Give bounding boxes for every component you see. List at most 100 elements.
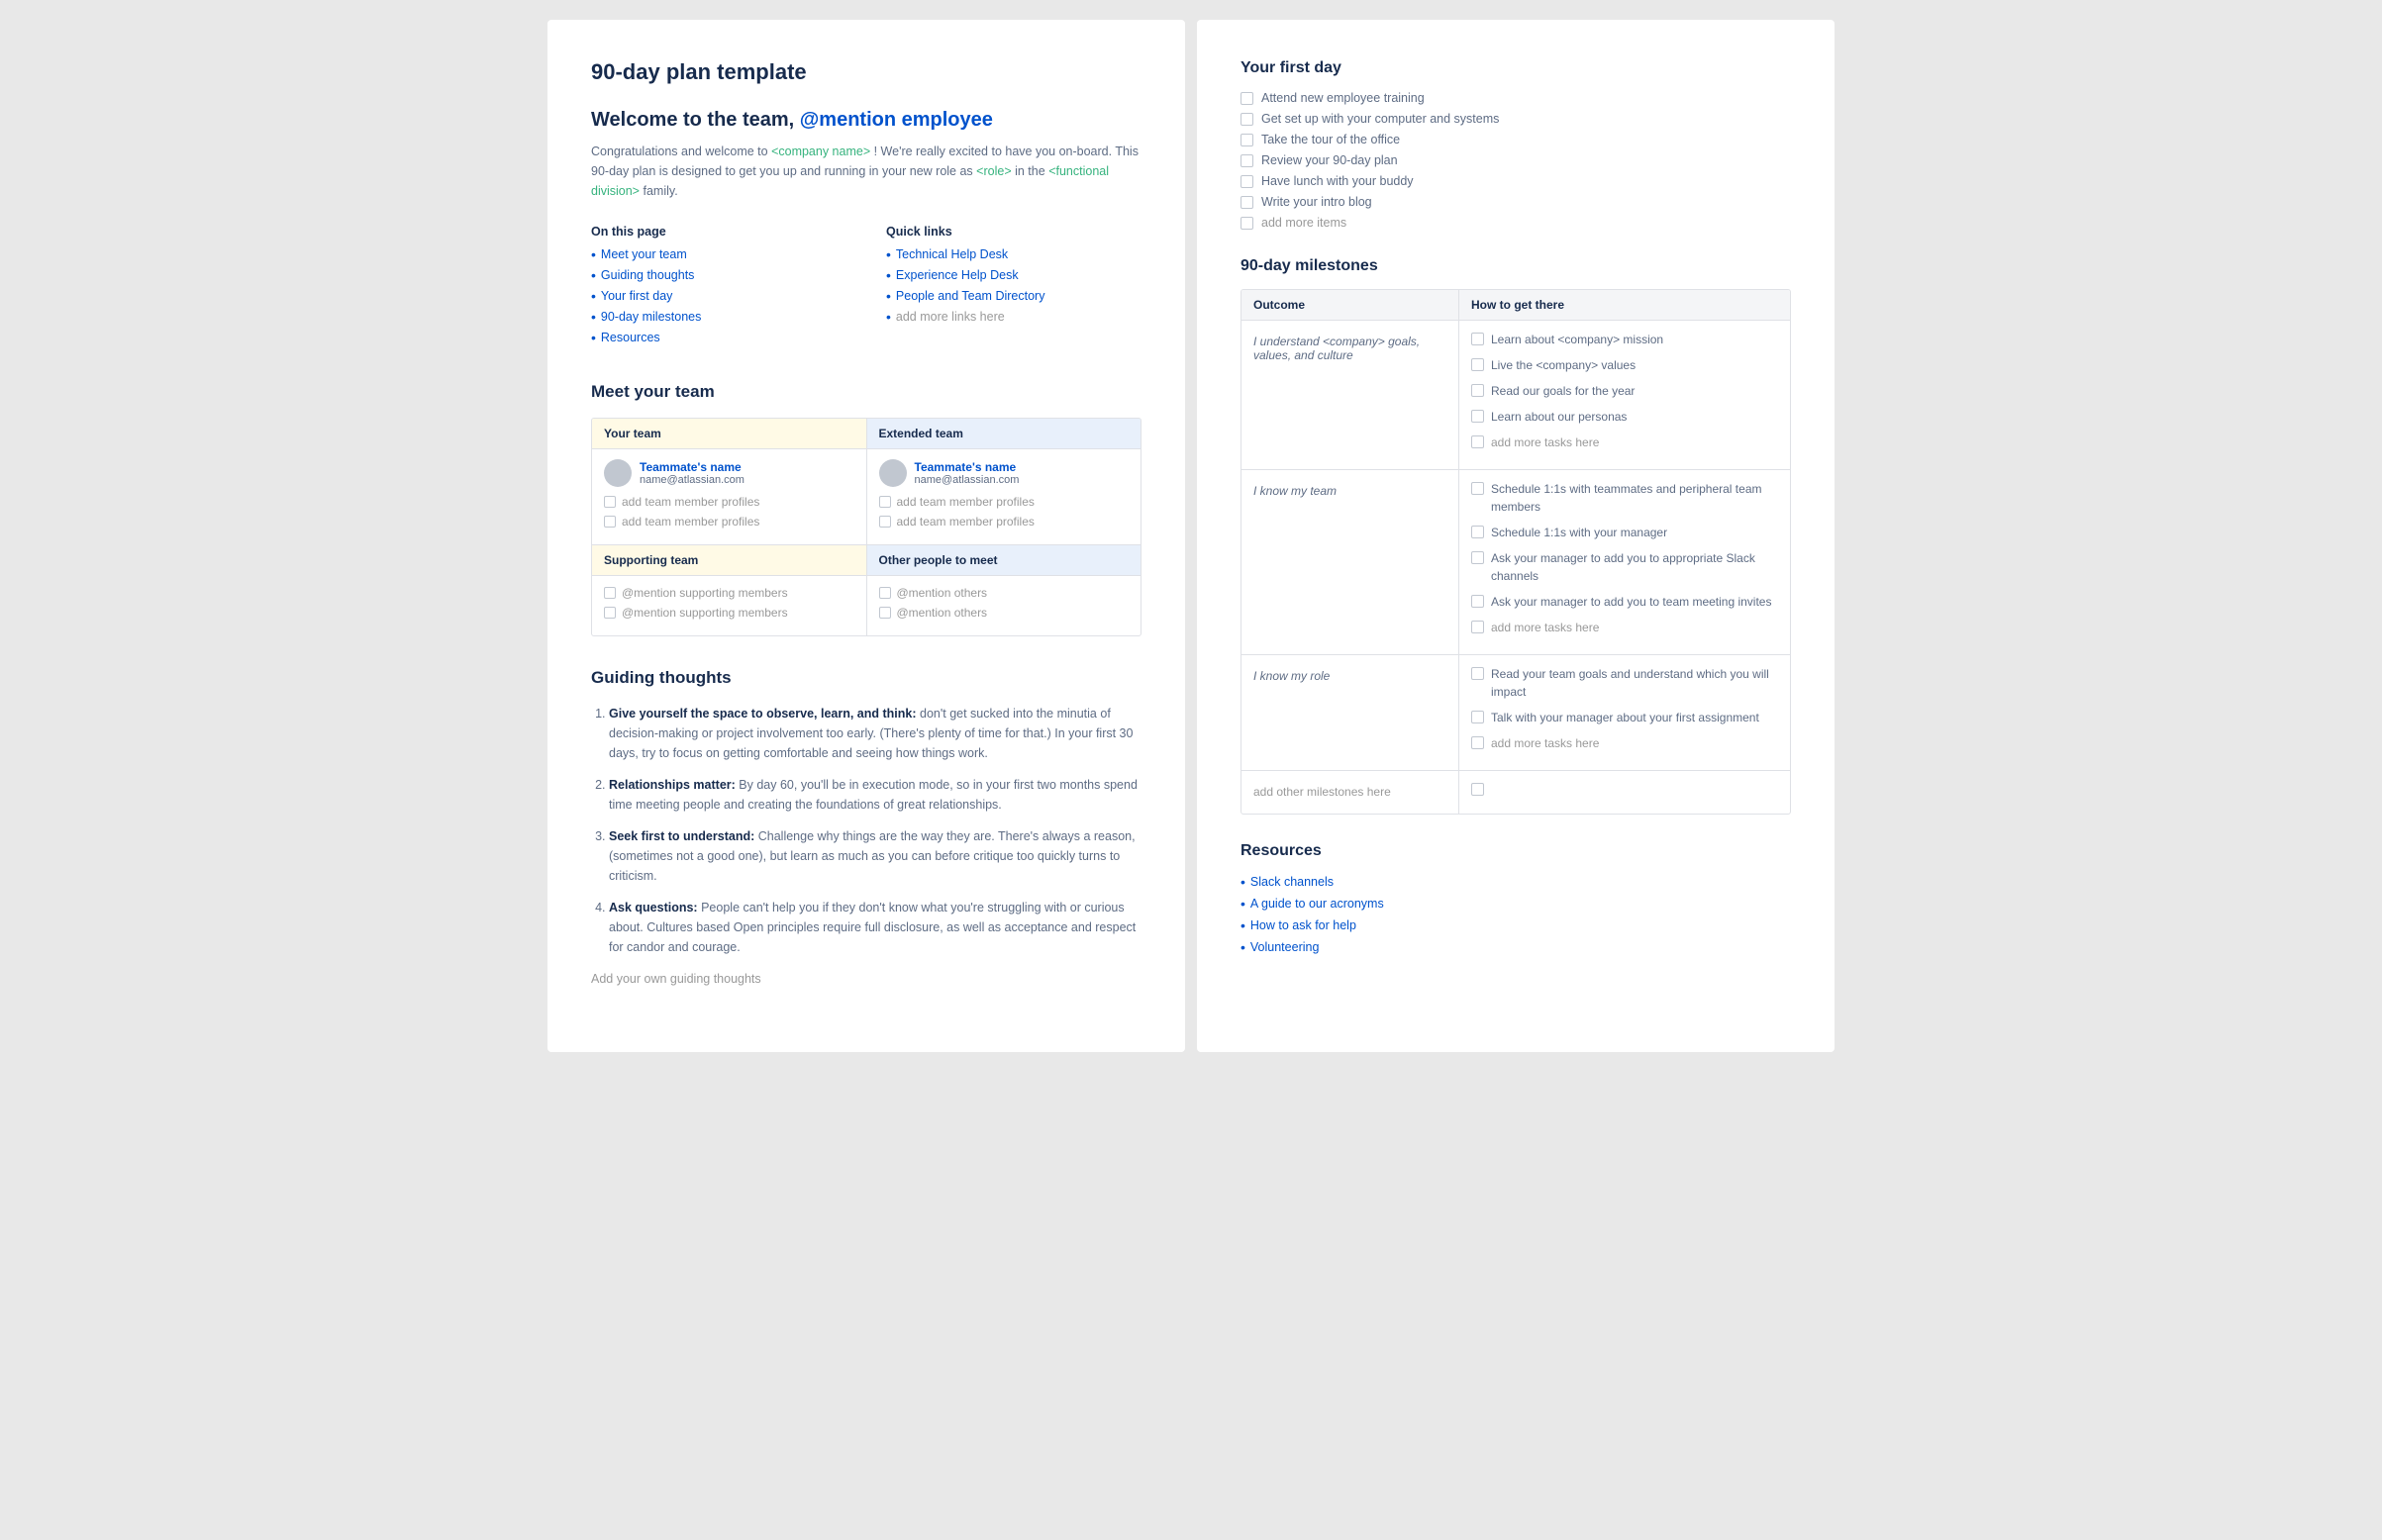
task-checkbox-0-add[interactable] [1471, 435, 1484, 448]
member-2-name[interactable]: Teammate's name [915, 460, 1020, 474]
member-2-email: name@atlassian.com [915, 474, 1020, 486]
link-exp-help[interactable]: Experience Help Desk [886, 267, 1141, 283]
resource-1[interactable]: A guide to our acronyms [1241, 896, 1791, 912]
member-info-2: Teammate's name name@atlassian.com [915, 460, 1020, 486]
guiding-item-3: Seek first to understand: Challenge why … [609, 826, 1141, 886]
link-first-day[interactable]: Your first day [591, 288, 846, 304]
supporting-team-body: @mention supporting members @mention sup… [592, 576, 866, 635]
task-checkbox-0-3[interactable] [1471, 410, 1484, 423]
task-checkbox-0-0[interactable] [1471, 333, 1484, 345]
task-checkbox-1-3[interactable] [1471, 595, 1484, 608]
guiding-item-2: Relationships matter: By day 60, you'll … [609, 775, 1141, 815]
checkbox-1[interactable] [1241, 113, 1253, 126]
quick-links-title: Quick links [886, 225, 1141, 239]
add-member-2b[interactable]: add team member profiles [879, 515, 1130, 529]
outcome-2: I know my role [1241, 655, 1459, 770]
checkbox-2[interactable] [1241, 134, 1253, 146]
task-2-1: Talk with your manager about your first … [1471, 709, 1778, 726]
task-0-0: Learn about <company> mission [1471, 331, 1778, 348]
checkbox-add-1b[interactable] [604, 516, 616, 528]
task-checkbox-0-1[interactable] [1471, 358, 1484, 371]
checkbox-add-2a[interactable] [879, 496, 891, 508]
task-2-add[interactable]: add more tasks here [1471, 734, 1778, 752]
guiding-thoughts-title: Guiding thoughts [591, 668, 1141, 688]
mention-support-1[interactable]: @mention supporting members [604, 586, 854, 600]
link-tech-help[interactable]: Technical Help Desk [886, 246, 1141, 262]
checkbox-add-2b[interactable] [879, 516, 891, 528]
add-guiding-thought[interactable]: Add your own guiding thoughts [591, 969, 1141, 989]
checkbox-support-2[interactable] [604, 607, 616, 619]
task-1-3: Ask your manager to add you to team meet… [1471, 593, 1778, 611]
link-add-more[interactable]: add more links here [886, 309, 1141, 325]
tasks-3 [1459, 771, 1790, 814]
checkbox-0[interactable] [1241, 92, 1253, 105]
task-1-2: Ask your manager to add you to appropria… [1471, 549, 1778, 585]
task-0-add[interactable]: add more tasks here [1471, 433, 1778, 451]
supporting-team-cell: Supporting team @mention supporting memb… [592, 545, 867, 635]
link-resources[interactable]: Resources [591, 330, 846, 345]
task-checkbox-1-2[interactable] [1471, 551, 1484, 564]
task-3-placeholder [1471, 781, 1778, 796]
resource-2[interactable]: How to ask for help [1241, 917, 1791, 933]
outcome-3[interactable]: add other milestones here [1241, 771, 1459, 814]
task-1-add[interactable]: add more tasks here [1471, 619, 1778, 636]
tasks-0: Learn about <company> mission Live the <… [1459, 321, 1790, 469]
resources-title: Resources [1241, 842, 1791, 860]
check-item-4: Have lunch with your buddy [1241, 174, 1791, 188]
link-guiding-thoughts[interactable]: Guiding thoughts [591, 267, 846, 283]
welcome-mention: @mention employee [800, 109, 993, 131]
task-checkbox-3[interactable] [1471, 783, 1484, 796]
other-people-cell: Other people to meet @mention others @me… [867, 545, 1141, 635]
checkbox-other-2[interactable] [879, 607, 891, 619]
task-checkbox-2-0[interactable] [1471, 667, 1484, 680]
resource-3[interactable]: Volunteering [1241, 939, 1791, 955]
task-checkbox-1-1[interactable] [1471, 526, 1484, 538]
welcome-title: Welcome to the team, @mention employee [591, 109, 1141, 132]
checkbox-support-1[interactable] [604, 587, 616, 599]
add-member-1b[interactable]: add team member profiles [604, 515, 854, 529]
outcome-0: I understand <company> goals, values, an… [1241, 321, 1459, 469]
resource-0[interactable]: Slack channels [1241, 874, 1791, 890]
mention-other-2[interactable]: @mention others [879, 606, 1130, 620]
task-checkbox-2-1[interactable] [1471, 711, 1484, 723]
checkbox-3[interactable] [1241, 154, 1253, 167]
outcome-header: Outcome [1241, 290, 1459, 320]
team-member-1: Teammate's name name@atlassian.com [604, 459, 854, 487]
checkbox-other-1[interactable] [879, 587, 891, 599]
task-checkbox-0-2[interactable] [1471, 384, 1484, 397]
first-day-add-more[interactable]: add more items [1241, 216, 1791, 230]
right-panel: Your first day Attend new employee train… [1197, 20, 1835, 1052]
milestone-row-0: I understand <company> goals, values, an… [1241, 321, 1790, 470]
milestones-title: 90-day milestones [1241, 257, 1791, 275]
member-1-email: name@atlassian.com [640, 474, 744, 486]
link-people-dir[interactable]: People and Team Directory [886, 288, 1141, 304]
add-member-1a[interactable]: add team member profiles [604, 495, 854, 509]
checkbox-5[interactable] [1241, 196, 1253, 209]
task-0-3: Learn about our personas [1471, 408, 1778, 426]
quick-links-col: Quick links Technical Help Desk Experien… [886, 225, 1141, 350]
task-checkbox-1-0[interactable] [1471, 482, 1484, 495]
first-day-checklist: Attend new employee training Get set up … [1241, 91, 1791, 230]
task-checkbox-2-add[interactable] [1471, 736, 1484, 749]
task-checkbox-1-add[interactable] [1471, 621, 1484, 633]
link-milestones[interactable]: 90-day milestones [591, 309, 846, 325]
your-team-cell: Your team Teammate's name name@atlassian… [592, 419, 867, 545]
extended-team-cell: Extended team Teammate's name name@atlas… [867, 419, 1141, 545]
mention-support-2[interactable]: @mention supporting members [604, 606, 854, 620]
quick-links-list: Technical Help Desk Experience Help Desk… [886, 246, 1141, 325]
meet-team-title: Meet your team [591, 382, 1141, 402]
member-info-1: Teammate's name name@atlassian.com [640, 460, 744, 486]
how-header: How to get there [1459, 290, 1790, 320]
milestones-table: Outcome How to get there I understand <c… [1241, 289, 1791, 815]
checkbox-add-more[interactable] [1241, 217, 1253, 230]
checkbox-4[interactable] [1241, 175, 1253, 188]
task-0-1: Live the <company> values [1471, 356, 1778, 374]
quick-links-section: On this page Meet your team Guiding thou… [591, 225, 1141, 350]
checkbox-add-1a[interactable] [604, 496, 616, 508]
mention-other-1[interactable]: @mention others [879, 586, 1130, 600]
milestone-row-3: add other milestones here [1241, 771, 1790, 814]
member-1-name[interactable]: Teammate's name [640, 460, 744, 474]
resources-list: Slack channels A guide to our acronyms H… [1241, 874, 1791, 955]
link-meet-team[interactable]: Meet your team [591, 246, 846, 262]
add-member-2a[interactable]: add team member profiles [879, 495, 1130, 509]
